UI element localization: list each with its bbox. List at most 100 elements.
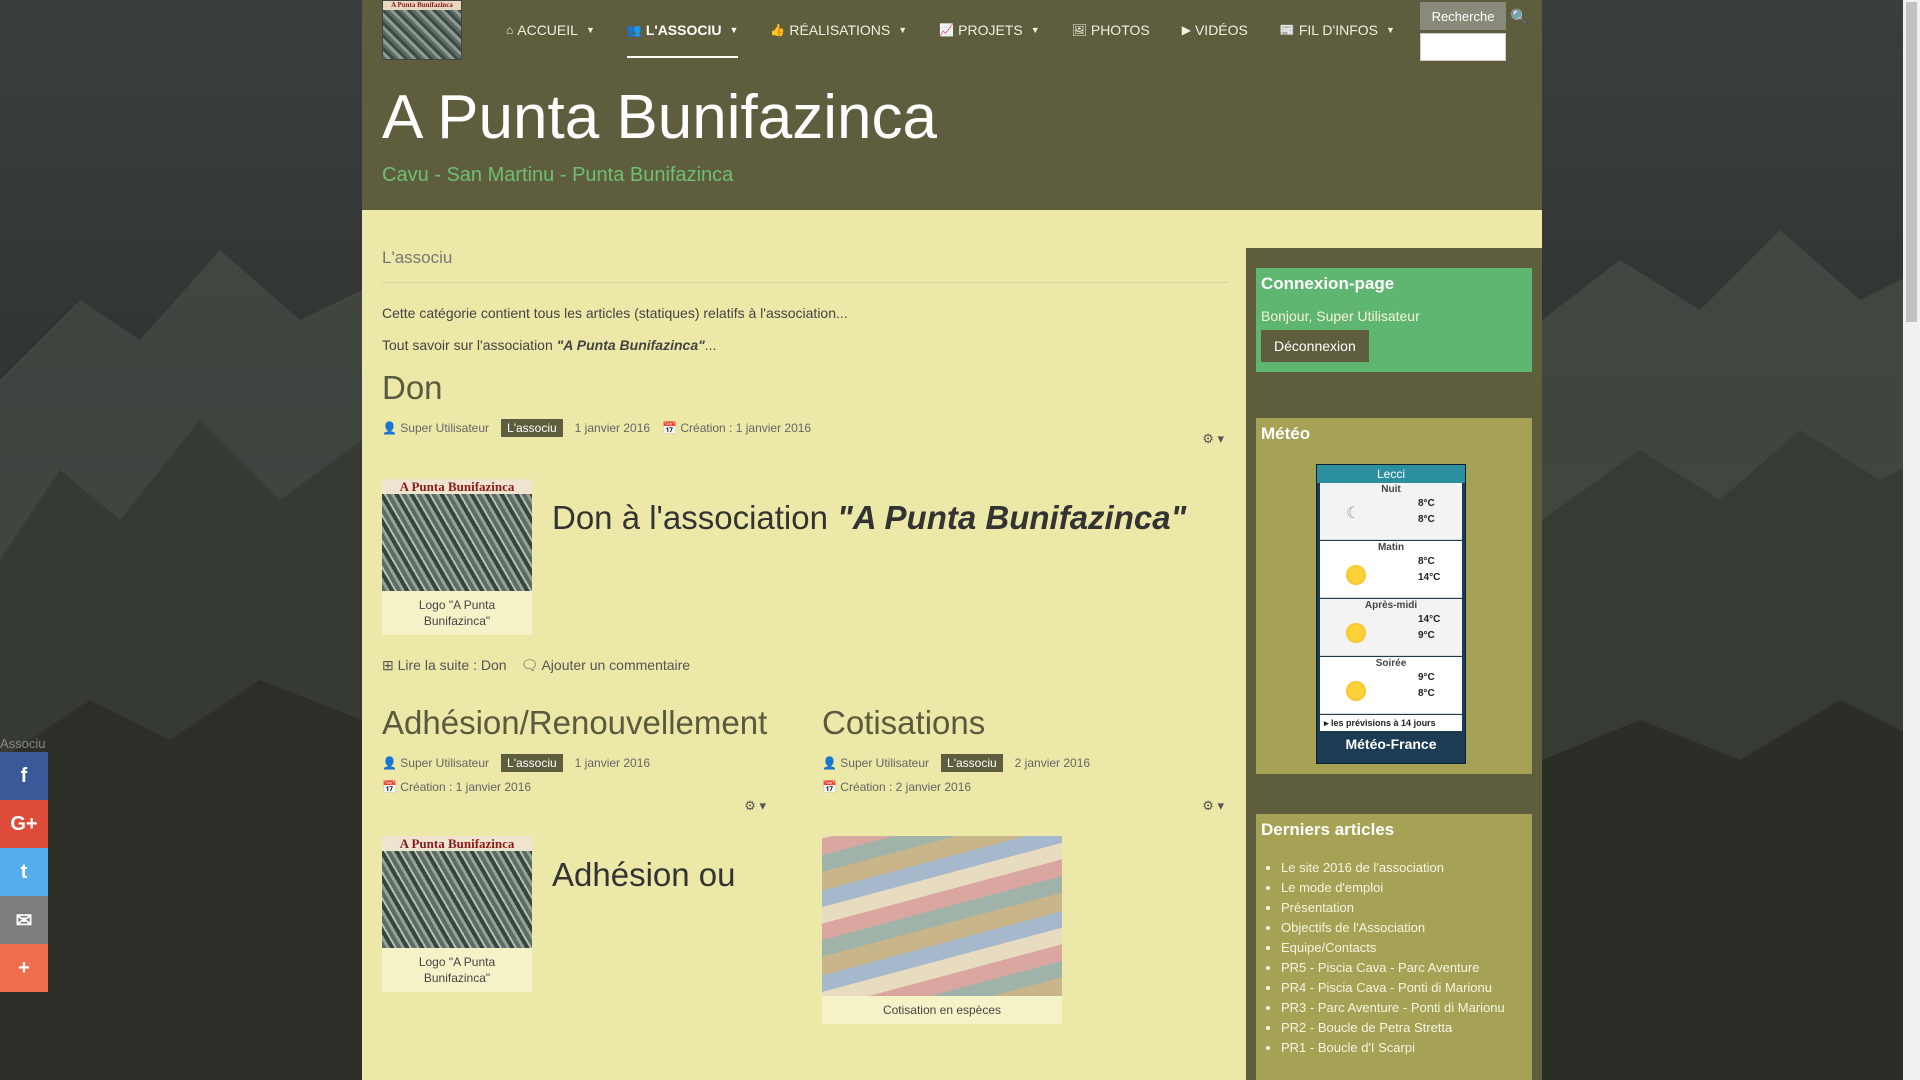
article-title[interactable]: Don xyxy=(382,369,1228,407)
greeting: Bonjour, Super Utilisateur xyxy=(1261,308,1420,324)
logout-button[interactable]: Déconnexion xyxy=(1261,330,1369,362)
desc2-prefix: Tout savoir sur l'association xyxy=(382,337,557,353)
caret-down-icon: ▼ xyxy=(1030,25,1040,35)
article-adhesion: Adhésion/Renouvellement 👤 Super Utilisat… xyxy=(382,704,788,1024)
sun-icon xyxy=(1346,565,1366,585)
article-title[interactable]: Cotisations xyxy=(822,704,1228,742)
recent-article-link[interactable]: PR4 - Piscia Cava - Ponti di Marionu xyxy=(1281,980,1527,996)
image-caption: Logo "A Punta Bunifazinca" xyxy=(418,598,496,628)
recent-article-link[interactable]: Le mode d'emploi xyxy=(1281,880,1527,896)
thumbs-up-icon: 👍 xyxy=(770,23,786,37)
nav-item-projets[interactable]: 📈 PROJETS ▼ xyxy=(923,0,1055,60)
gear-icon[interactable]: ⚙ ▾ xyxy=(744,798,766,814)
site-title[interactable]: A Punta Bunifazinca xyxy=(382,82,937,153)
image-caption: Logo "A Punta Bunifazinca" xyxy=(418,955,496,985)
article-title[interactable]: Adhésion/Renouvellement xyxy=(382,704,788,742)
article-meta: 👤 Super Utilisateur L'associu 1 janvier … xyxy=(382,754,788,772)
nav-item-label: VIDÉOS xyxy=(1194,22,1248,38)
recent-articles-module: Derniers articles Le site 2016 de l'asso… xyxy=(1256,814,1532,1080)
twitter-button[interactable]: t xyxy=(0,848,48,896)
content-area: L'associu Cette catégorie contient tous … xyxy=(362,210,1542,1080)
temp-max: 14°C xyxy=(1418,572,1441,583)
recent-article-link[interactable]: Présentation xyxy=(1281,900,1527,916)
temp-max: 8°C xyxy=(1418,688,1435,699)
category-badge[interactable]: L'associu xyxy=(501,419,563,437)
site-tagline: Cavu - San Martinu - Punta Bunifazinca xyxy=(382,164,734,186)
module-title: Connexion-page xyxy=(1261,274,1395,293)
nav-item-fil-d-infos[interactable]: 📰 FIL D'INFOS ▼ xyxy=(1264,0,1411,60)
share-more-button[interactable]: + xyxy=(0,944,48,992)
article-heading: Adhésion ou xyxy=(552,856,736,893)
weather-row: Soirée 9°C 8°C xyxy=(1320,657,1462,714)
weather-period: Nuit xyxy=(1381,484,1401,495)
caret-down-icon: ▼ xyxy=(729,25,739,35)
gear-icon[interactable]: ⚙ ▾ xyxy=(1202,798,1224,814)
category-description-2: Tout savoir sur l'association "A Punta B… xyxy=(382,337,1228,353)
nav-item-label: RÉALISATIONS xyxy=(789,22,891,38)
temp-min: 9°C xyxy=(1418,672,1435,683)
created-text: Création : 1 janvier 2016 xyxy=(680,421,812,435)
photo-icon: 🖼 xyxy=(1071,23,1087,37)
weather-row: Matin 8°C 14°C xyxy=(1320,541,1462,598)
weather-period: Soirée xyxy=(1375,658,1407,669)
email-button[interactable]: ✉ xyxy=(0,896,48,944)
article-heading: Don à l'association "A Punta Bunifazinca… xyxy=(552,499,1186,537)
social-title: Associu xyxy=(0,736,46,751)
category-badge[interactable]: L'associu xyxy=(501,754,563,772)
search-input[interactable] xyxy=(1420,33,1506,61)
add-comment-link[interactable]: 🗨 Ajouter un commentaire xyxy=(521,657,691,674)
recent-article-link[interactable]: Equipe/Contacts xyxy=(1281,940,1527,956)
category-badge[interactable]: L'associu xyxy=(941,754,1003,772)
desc2-bold: "A Punta Bunifazinca" xyxy=(556,337,705,353)
recent-article-link[interactable]: PR5 - Piscia Cava - Parc Aventure xyxy=(1281,960,1527,976)
forecast-link[interactable]: ▸ les prévisions à 14 jours xyxy=(1320,715,1462,731)
nav-item-l-associu[interactable]: 👥 L'ASSOCIU ▼ xyxy=(611,0,755,60)
article-meta-created: 📅 Création : 2 janvier 2016 xyxy=(822,780,1228,794)
article-image: A Punta Bunifazinca Logo "A Punta Bunifa… xyxy=(382,836,532,992)
article-meta-created: 📅 Création : 1 janvier 2016 xyxy=(382,780,788,794)
caret-down-icon: ▼ xyxy=(898,25,908,35)
nav-item-label: ACCUEIL xyxy=(517,22,578,38)
gear-icon[interactable]: ⚙ ▾ xyxy=(1202,431,1224,447)
add-comment-text: Ajouter un commentaire xyxy=(541,657,691,673)
user-icon: 👤 xyxy=(382,756,397,770)
publish-date: 1 janvier 2016 xyxy=(574,421,651,435)
created-date: 📅 Création : 1 janvier 2016 xyxy=(382,780,531,794)
google-plus-icon: G+ xyxy=(10,812,38,835)
news-icon: 📰 xyxy=(1279,23,1295,37)
created-date: 📅 Création : 2 janvier 2016 xyxy=(822,780,971,794)
author-name: Super Utilisateur xyxy=(840,756,930,770)
weather-row: Nuit ☾ 8°C 8°C xyxy=(1320,483,1462,540)
nav-item-r-alisations[interactable]: 👍 RÉALISATIONS ▼ xyxy=(754,0,923,60)
article-don: Don 👤 Super Utilisateur L'associu 1 janv… xyxy=(382,369,1228,674)
recent-article-link[interactable]: PR3 - Parc Aventure - Ponti di Marionu xyxy=(1281,1000,1527,1016)
scrollbar-thumb[interactable] xyxy=(1906,2,1917,322)
weather-widget[interactable]: Lecci Nuit ☾ 8°C 8°C Matin 8°C 14°C Après-midi 1… xyxy=(1316,464,1466,764)
login-module: Connexion-page Bonjour, Super Utilisateu… xyxy=(1256,268,1532,372)
scrollbar[interactable] xyxy=(1903,0,1920,1080)
recent-article-link[interactable]: PR2 - Boucle de Petra Stretta xyxy=(1281,1020,1527,1036)
weather-row: Après-midi 14°C 9°C xyxy=(1320,599,1462,656)
recent-article-link[interactable]: Objectifs de l'Association xyxy=(1281,920,1527,936)
publish-date: 1 janvier 2016 xyxy=(574,756,651,770)
meteo-france-logo[interactable]: Météo-France xyxy=(1317,731,1465,757)
recent-article-link[interactable]: PR1 - Boucle d'I Scarpi xyxy=(1281,1040,1527,1056)
nav-item-accueil[interactable]: ⌂ ACCUEIL ▼ xyxy=(490,0,611,60)
read-more-link[interactable]: ⊞ Lire la suite : Don xyxy=(382,657,507,674)
google-plus-button[interactable]: G+ xyxy=(0,800,48,848)
search-icon[interactable]: 🔍 xyxy=(1510,8,1529,26)
author-name: Super Utilisateur xyxy=(400,421,490,435)
temp-min: 8°C xyxy=(1418,556,1435,567)
nav-item-label: L'ASSOCIU xyxy=(645,22,722,38)
created-date: 📅 Création : 1 janvier 2016 xyxy=(662,421,811,435)
sun-icon xyxy=(1346,681,1366,701)
site-header: A Punta Bunifazinca ⌂ ACCUEIL ▼ 👥 L'ASSOCIU ▼… xyxy=(362,0,1542,210)
nav-item-vid-os[interactable]: ▶ VIDÉOS xyxy=(1166,0,1264,60)
recent-article-link[interactable]: Le site 2016 de l'association xyxy=(1281,860,1527,876)
search-module: Recherche 🔍 xyxy=(1420,2,1529,61)
facebook-button[interactable]: f xyxy=(0,752,48,800)
site-logo[interactable]: A Punta Bunifazinca xyxy=(382,0,462,60)
nav-item-photos[interactable]: 🖼 PHOTOS xyxy=(1056,0,1166,60)
calendar-icon: 📅 xyxy=(662,421,678,435)
temp-min: 8°C xyxy=(1418,498,1435,509)
